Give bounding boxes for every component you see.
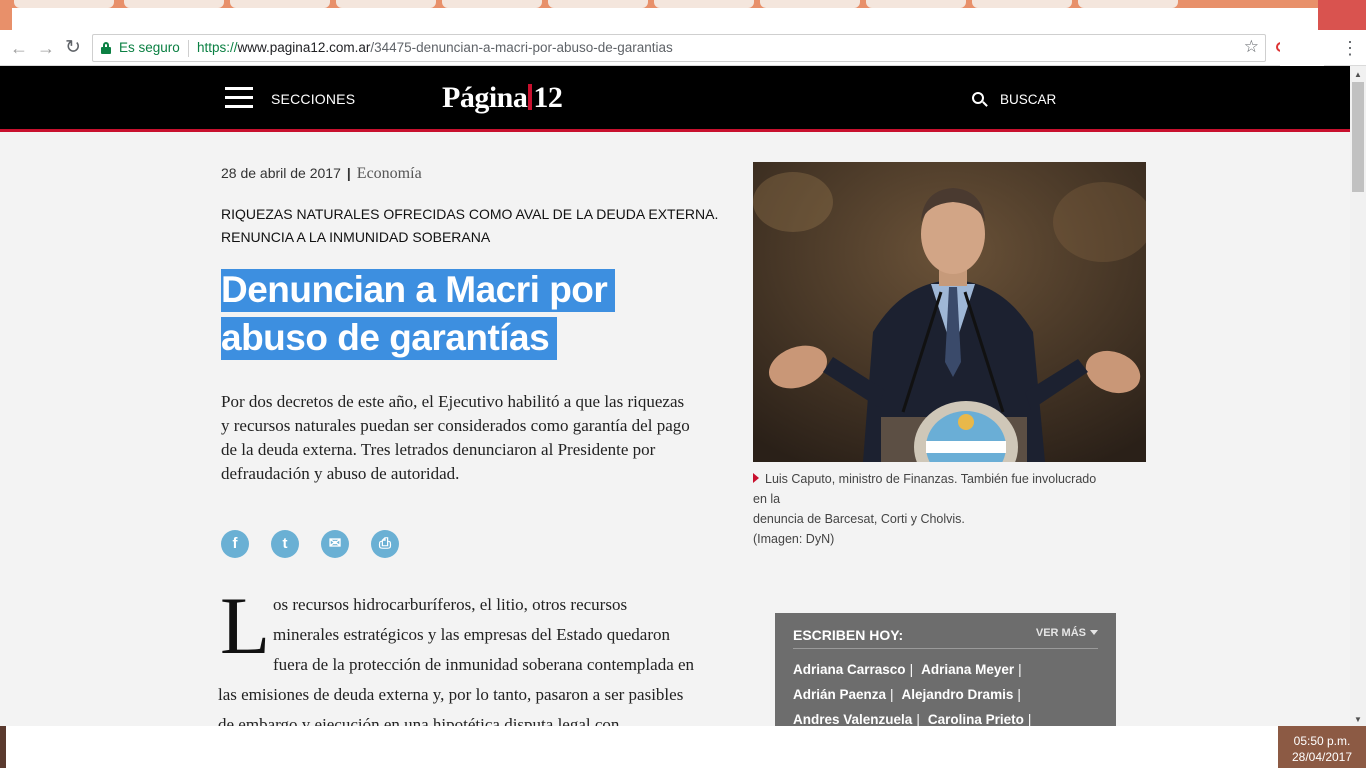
author-link[interactable]: Adriana Carrasco <box>793 662 906 677</box>
hamburger-menu-icon[interactable] <box>225 87 253 109</box>
logo-bar <box>528 84 533 110</box>
url-path: /34475-denuncian-a-macri-por-abuso-de-ga… <box>370 40 673 55</box>
back-arrow-icon[interactable]: ← <box>8 37 30 59</box>
article-kicker: RIQUEZAS NATURALES OFRECIDAS COMO AVAL D… <box>221 203 721 249</box>
article-summary: Por dos decretos de este año, el Ejecuti… <box>221 392 690 483</box>
browser-tab[interactable] <box>230 0 330 8</box>
url-text[interactable]: https://www.pagina12.com.ar/34475-denunc… <box>197 40 673 55</box>
taskbar-clock[interactable]: 05:50 p.m. 28/04/2017 <box>1278 726 1366 768</box>
author-link[interactable]: Adriana Meyer <box>921 662 1014 677</box>
tabbar-background <box>12 8 1344 30</box>
address-bar[interactable]: Es seguro https://www.pagina12.com.ar/34… <box>92 34 1266 62</box>
browser-tab[interactable] <box>760 0 860 8</box>
escriben-title: ESCRIBEN HOY: <box>793 627 904 643</box>
omnibox-divider <box>188 40 189 57</box>
ver-mas-link[interactable]: VER MÁS <box>1036 627 1098 639</box>
article-photo[interactable] <box>753 162 1146 462</box>
article-date: 28 de abril de 2017 <box>221 165 341 181</box>
reload-icon[interactable]: ↻ <box>62 37 84 59</box>
author-link[interactable]: Adrián Paenza <box>793 687 886 702</box>
secciones-link[interactable]: SECCIONES <box>271 91 355 107</box>
browser-tab[interactable] <box>336 0 436 8</box>
print-icon[interactable]: ⎙ <box>371 530 399 558</box>
body-line: minerales estratégicos y las empresas de… <box>273 625 671 644</box>
article-title: Denuncian a Macri por abuso de garantías <box>221 266 711 362</box>
url-scheme: https:// <box>197 40 238 55</box>
author-separator: | <box>916 712 920 726</box>
logo-text-left: Página <box>442 81 528 114</box>
browser-tab[interactable] <box>972 0 1072 8</box>
secure-label: Es seguro <box>119 40 180 55</box>
buscar-button[interactable]: BUSCAR <box>1000 92 1056 107</box>
article-section-link[interactable]: Economía <box>357 165 422 182</box>
article-title-text: Denuncian a Macri por abuso de garantías <box>221 269 616 360</box>
browser-tab[interactable] <box>866 0 966 8</box>
author-separator: | <box>1017 687 1021 702</box>
os-taskbar: 05:50 p.m. 28/04/2017 <box>0 726 1366 768</box>
meta-separator: | <box>346 165 351 181</box>
browser-tab[interactable] <box>1078 0 1178 8</box>
article-photo-illustration <box>753 162 1146 462</box>
scroll-thumb[interactable] <box>1352 82 1364 192</box>
caption-text: denuncia de Barcesat, Corti y Cholvis. <box>753 512 965 526</box>
forward-arrow-icon[interactable]: → <box>35 37 57 59</box>
window-close-button[interactable] <box>1318 0 1366 30</box>
author-link[interactable]: Carolina Prieto <box>928 712 1024 726</box>
browser-tab[interactable] <box>442 0 542 8</box>
kicker-line: RENUNCIA A LA INMUNIDAD SOBERANA <box>221 229 491 245</box>
caption-text: Luis Caputo, ministro de Finanzas. Tambi… <box>753 472 1097 506</box>
escriben-hoy-box: ESCRIBEN HOY: VER MÁS Adriana Carrasco | A… <box>775 613 1116 726</box>
browser-toolbar: ← → ↻ Es seguro https://www.pagina12.com… <box>0 30 1366 66</box>
site-logo[interactable]: Página 12 <box>442 81 563 115</box>
browser-tab[interactable] <box>654 0 754 8</box>
caption-marker-icon <box>753 473 759 483</box>
extension-area <box>1280 34 1324 66</box>
body-line: os recursos hidrocarburíferos, el litio,… <box>273 595 628 614</box>
author-link[interactable]: Andres Valenzuela <box>793 712 912 726</box>
body-line: las emisiones de deuda externa y, por lo… <box>218 685 684 704</box>
twitter-share-icon[interactable]: t <box>271 530 299 558</box>
url-host: www.pagina12.com.ar <box>237 40 371 55</box>
author-link[interactable]: Alejandro Dramis <box>902 687 1014 702</box>
site-header: SECCIONES Página 12 BUSCAR <box>0 66 1350 132</box>
browser-tab[interactable] <box>14 0 114 8</box>
search-icon[interactable] <box>972 92 988 108</box>
browser-tabstrip <box>0 0 1366 30</box>
browser-menu-icon[interactable]: ⋮ <box>1340 38 1360 58</box>
clock-time: 05:50 p.m. <box>1293 734 1351 748</box>
photo-credit: (Imagen: DyN) <box>753 532 835 546</box>
scroll-up-arrow-icon[interactable]: ▲ <box>1354 70 1362 79</box>
author-separator: | <box>1027 712 1032 726</box>
logo-text-right: 12 <box>533 81 563 114</box>
author-separator: | <box>1018 662 1022 677</box>
ver-mas-label: VER MÁS <box>1035 627 1086 639</box>
page-viewport: SECCIONES Página 12 BUSCAR 28 de abril de… <box>0 66 1350 726</box>
scroll-down-arrow-icon[interactable]: ▼ <box>1354 715 1362 724</box>
photo-caption: Luis Caputo, ministro de Finanzas. Tambi… <box>753 469 1113 549</box>
kicker-line: RIQUEZAS NATURALES OFRECIDAS COMO AVAL D… <box>221 206 719 222</box>
body-line: fuera de la protección de inmunidad sobe… <box>273 655 695 674</box>
author-separator: | <box>909 662 914 677</box>
facebook-share-icon[interactable]: f <box>221 530 249 558</box>
bookmark-star-icon[interactable]: ☆ <box>1244 37 1259 57</box>
chevron-down-icon <box>1090 630 1098 635</box>
taskbar-start-edge[interactable] <box>0 726 6 768</box>
author-separator: | <box>890 687 894 702</box>
clock-date: 28/04/2017 <box>1291 750 1353 764</box>
browser-tab-active[interactable] <box>548 0 648 8</box>
body-line: de embargo y ejecución en una hipotética… <box>218 715 620 726</box>
author-list: Adriana Carrasco | Adriana Meyer | Adrián P… <box>793 657 1103 726</box>
divider <box>793 648 1098 649</box>
article-meta: 28 de abril de 2017 | Economía <box>221 165 422 183</box>
page-scrollbar[interactable]: ▲ ▼ <box>1350 66 1366 726</box>
browser-tab[interactable] <box>124 0 224 8</box>
article-body: os recursos hidrocarburíferos, el litio,… <box>218 590 742 726</box>
email-share-icon[interactable]: ✉ <box>321 530 349 558</box>
lock-icon <box>101 42 111 54</box>
